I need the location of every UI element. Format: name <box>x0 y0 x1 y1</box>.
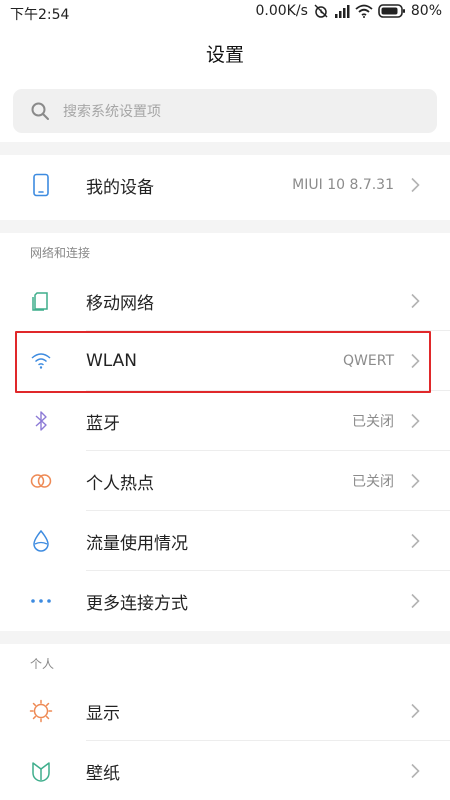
more-icon <box>29 589 53 613</box>
network-section-title: 网络和连接 <box>30 246 91 260</box>
battery-icon <box>378 4 406 18</box>
personal-section-title: 个人 <box>30 657 55 671</box>
sim-card-icon <box>29 289 53 313</box>
chevron-right-icon <box>411 177 420 193</box>
bluetooth-label: 蓝牙 <box>86 413 120 434</box>
mobile-network-label: 移动网络 <box>86 293 154 314</box>
section-divider <box>0 142 450 155</box>
hotspot-label: 个人热点 <box>86 473 154 494</box>
my-device-version: MIUI 10 8.7.31 <box>292 177 394 193</box>
phone-icon <box>29 173 53 197</box>
hotspot-row[interactable]: 个人热点 已关闭 <box>0 451 450 511</box>
bluetooth-icon <box>29 409 53 433</box>
chevron-right-icon <box>411 293 420 309</box>
status-indicators: 0.00K/s 80% <box>256 3 443 19</box>
wlan-label: WLAN <box>86 351 138 371</box>
alarm-off-icon <box>313 3 329 19</box>
chevron-right-icon <box>411 763 420 779</box>
wlan-network-name: QWERT <box>343 353 394 369</box>
wallpaper-row[interactable]: 壁纸 <box>0 741 450 800</box>
data-usage-row[interactable]: 流量使用情况 <box>0 511 450 571</box>
personal-section-header: 个人 <box>0 644 450 682</box>
more-connections-row[interactable]: 更多连接方式 <box>0 571 450 631</box>
wallpaper-icon <box>29 759 53 783</box>
display-row[interactable]: 显示 <box>0 681 450 741</box>
chevron-right-icon <box>411 473 420 489</box>
signal-icon <box>334 4 350 18</box>
more-connections-label: 更多连接方式 <box>86 593 188 614</box>
bluetooth-status: 已关闭 <box>352 414 394 430</box>
status-bar: 下午2:54 0.00K/s 80% <box>0 0 450 26</box>
status-time: 下午2:54 <box>10 7 70 23</box>
data-usage-icon <box>29 529 53 553</box>
section-divider <box>0 220 450 233</box>
hotspot-icon <box>29 469 53 493</box>
chevron-right-icon <box>411 593 420 609</box>
page-title: 设置 <box>205 44 244 66</box>
data-usage-label: 流量使用情况 <box>86 533 188 554</box>
search-bar[interactable]: 搜索系统设置项 <box>13 89 437 133</box>
search-icon <box>31 102 49 120</box>
bluetooth-row[interactable]: 蓝牙 已关闭 <box>0 391 450 451</box>
display-label: 显示 <box>86 703 120 724</box>
wifi-status-icon <box>355 4 373 18</box>
search-placeholder: 搜索系统设置项 <box>63 104 161 120</box>
mobile-network-row[interactable]: 移动网络 <box>0 271 450 331</box>
battery-percent: 80% <box>410 3 442 19</box>
network-speed: 0.00K/s <box>255 3 308 19</box>
chevron-right-icon <box>411 703 420 719</box>
section-divider <box>0 631 450 644</box>
wifi-icon <box>29 349 53 373</box>
my-device-label: 我的设备 <box>86 177 154 198</box>
chevron-right-icon <box>411 413 420 429</box>
chevron-right-icon <box>411 353 420 369</box>
wlan-row[interactable]: WLAN QWERT <box>0 331 450 391</box>
my-device-row[interactable]: 我的设备 MIUI 10 8.7.31 <box>0 155 450 215</box>
hotspot-status: 已关闭 <box>352 474 394 490</box>
network-section-header: 网络和连接 <box>0 233 450 271</box>
wallpaper-label: 壁纸 <box>86 763 120 784</box>
chevron-right-icon <box>411 533 420 549</box>
brightness-icon <box>29 699 53 723</box>
